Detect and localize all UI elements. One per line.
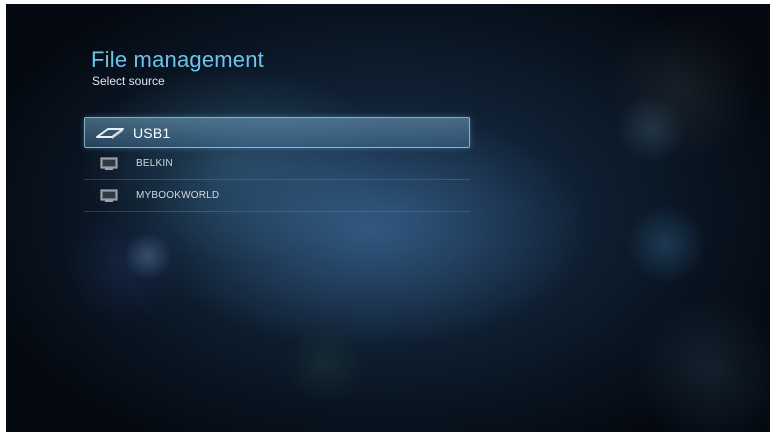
source-list: USB1 BELKIN MYBOOKWORLD — [84, 117, 470, 212]
source-item-mybookworld[interactable]: MYBOOKWORLD — [84, 180, 470, 212]
page-title: File management — [91, 47, 264, 72]
bokeh-light — [606, 14, 756, 164]
network-computer-icon — [92, 154, 126, 174]
usb-drive-icon — [93, 123, 127, 143]
source-label: USB1 — [133, 124, 171, 141]
bokeh-light — [124, 232, 172, 280]
network-computer-icon — [92, 186, 126, 206]
source-item-belkin[interactable]: BELKIN — [84, 148, 470, 180]
media-player-screen: File management Select source USB1 BELKI… — [6, 4, 770, 432]
source-label: MYBOOKWORLD — [136, 190, 220, 201]
source-item-usb1[interactable]: USB1 — [84, 117, 470, 148]
bokeh-light — [66, 204, 186, 324]
source-label: BELKIN — [136, 158, 173, 169]
bokeh-light — [616, 94, 686, 164]
bokeh-light — [626, 204, 706, 284]
bokeh-light — [286, 324, 366, 404]
bokeh-light — [636, 294, 770, 432]
page-subtitle: Select source — [92, 74, 165, 88]
